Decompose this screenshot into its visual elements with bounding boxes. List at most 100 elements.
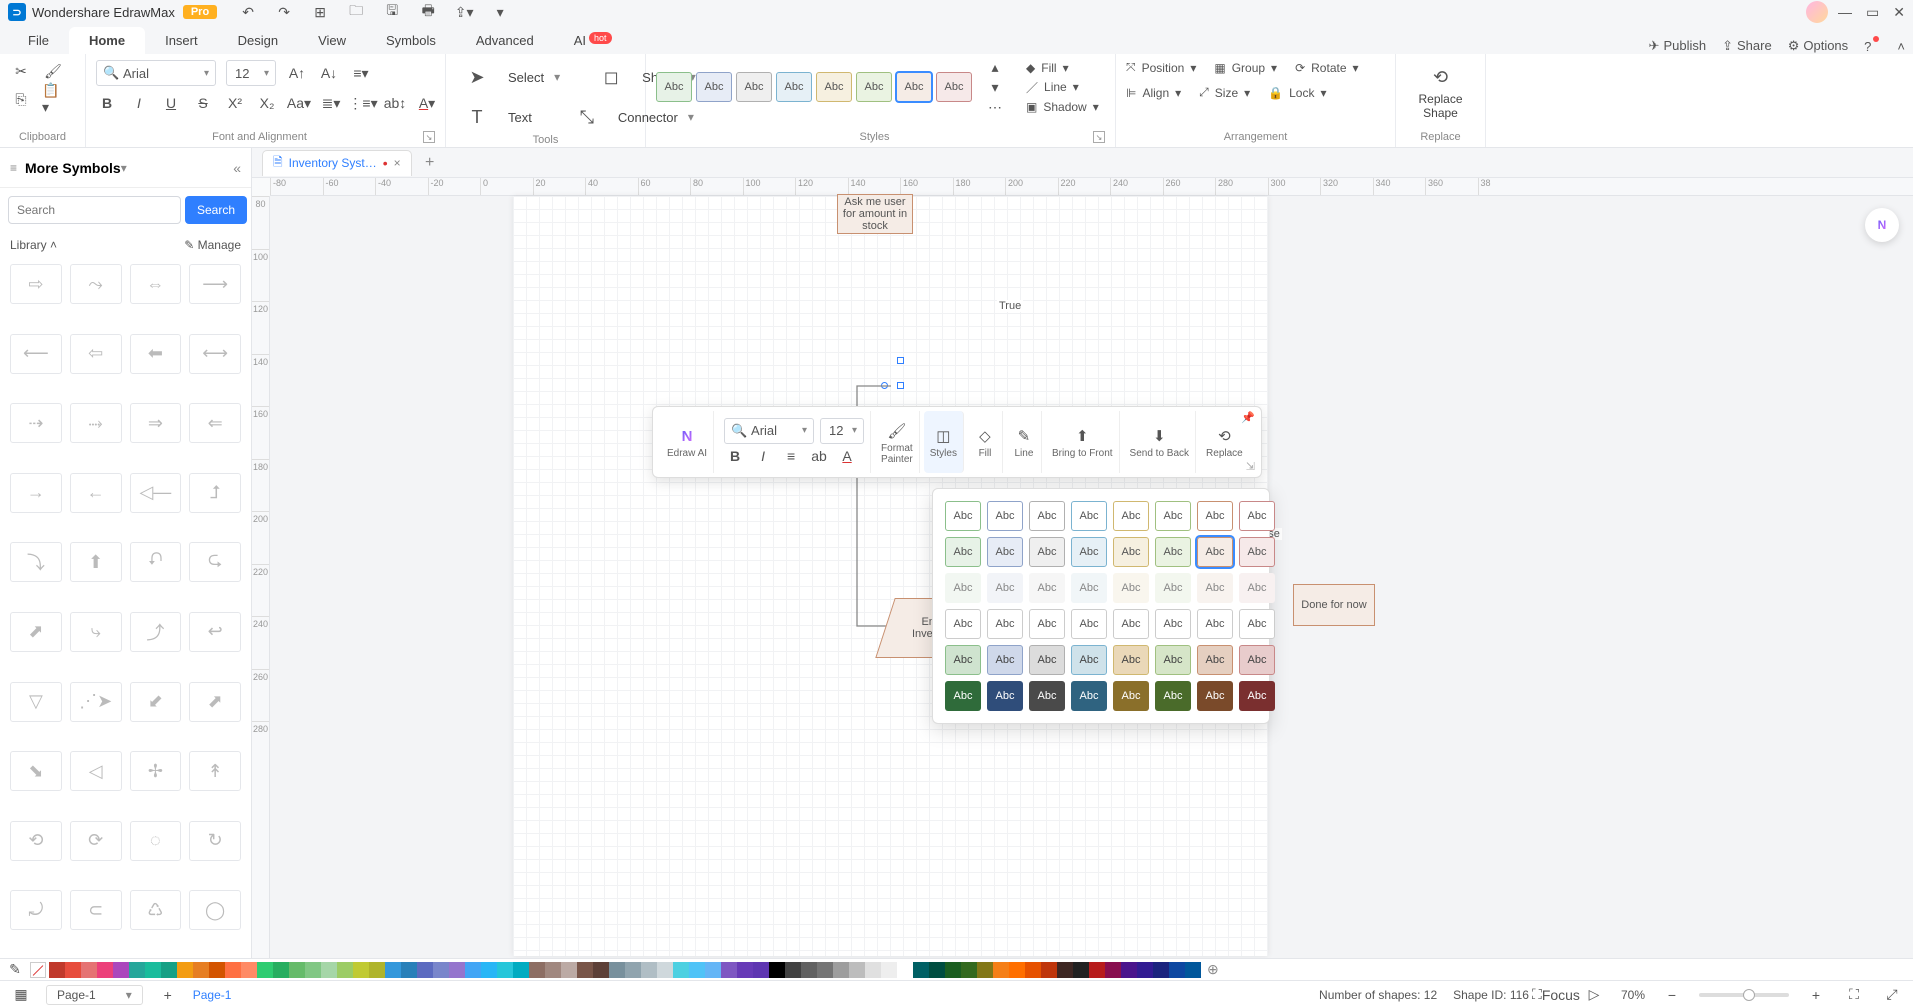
pin-toolbar-button[interactable]: 📌 — [1241, 411, 1255, 424]
qat-more[interactable]: ▾ — [489, 1, 511, 23]
shape-arrow-c[interactable]: ⊂ — [70, 890, 122, 930]
color-swatch[interactable] — [1185, 962, 1201, 978]
copy-button[interactable]: ⎘ — [10, 88, 32, 110]
style-swatch-5[interactable]: Abc — [816, 72, 852, 102]
style-option-1-4[interactable]: Abc — [1113, 537, 1149, 567]
shape-arrow-triangle-left-2[interactable]: ◁ — [70, 751, 122, 791]
rotate-button[interactable]: ⟳Rotate▾ — [1295, 61, 1358, 75]
style-option-3-4[interactable]: Abc — [1113, 609, 1149, 639]
add-page-button[interactable]: + — [157, 984, 179, 1006]
fullscreen-button[interactable]: ⤢ — [1881, 984, 1903, 1006]
color-swatch[interactable] — [289, 962, 305, 978]
color-swatch[interactable] — [561, 962, 577, 978]
style-option-0-6[interactable]: Abc — [1197, 501, 1233, 531]
color-swatch[interactable] — [113, 962, 129, 978]
style-option-3-3[interactable]: Abc — [1071, 609, 1107, 639]
canvas-shape-done[interactable]: Done for now — [1293, 584, 1375, 626]
shape-arrow-dotted-diag[interactable]: ⋰➤ — [70, 682, 122, 722]
page-selector[interactable]: Page-1▾ — [46, 985, 143, 1005]
shape-arrow-up[interactable]: ⬆ — [70, 542, 122, 582]
open-button[interactable]: 🗀 — [345, 1, 367, 23]
save-button[interactable]: 🖫 — [381, 1, 403, 23]
color-swatch[interactable] — [241, 962, 257, 978]
styles-down-button[interactable]: ▾ — [984, 80, 1006, 94]
color-swatch[interactable] — [257, 962, 273, 978]
style-option-4-2[interactable]: Abc — [1029, 645, 1065, 675]
subscript-button[interactable]: X₂ — [256, 92, 278, 114]
shape-arrow-curve-right[interactable]: ⤷ — [70, 612, 122, 652]
shape-arrow-dotted-right[interactable]: ⤑ — [70, 403, 122, 443]
size-button[interactable]: ⤢Size▾ — [1199, 85, 1250, 100]
toggle-toolbar-button[interactable]: ⇲ — [1246, 460, 1255, 473]
color-swatch[interactable] — [641, 962, 657, 978]
shape-arrow-down-right[interactable]: ⬊ — [10, 751, 62, 791]
shape-arrow-circle[interactable]: ↻ — [189, 821, 241, 861]
style-swatch-4[interactable]: Abc — [776, 72, 812, 102]
color-swatch[interactable] — [977, 962, 993, 978]
menu-ai[interactable]: AIhot — [554, 27, 632, 54]
manage-library-button[interactable]: ✎ Manage — [184, 238, 241, 252]
style-option-5-2[interactable]: Abc — [1029, 681, 1065, 711]
shape-arrow-cycle-dashed[interactable]: ◌ — [130, 821, 182, 861]
lock-button[interactable]: 🔒Lock▾ — [1268, 86, 1326, 100]
style-option-3-7[interactable]: Abc — [1239, 609, 1275, 639]
color-swatch[interactable] — [705, 962, 721, 978]
style-option-4-4[interactable]: Abc — [1113, 645, 1149, 675]
strike-button[interactable]: S — [192, 92, 214, 114]
style-option-0-7[interactable]: Abc — [1239, 501, 1275, 531]
color-swatch[interactable] — [353, 962, 369, 978]
style-option-4-3[interactable]: Abc — [1071, 645, 1107, 675]
edraw-ai-button[interactable]: Edraw AI — [667, 448, 707, 459]
print-button[interactable]: 🖶 — [417, 1, 439, 23]
eyedropper-button[interactable]: ✎ — [4, 959, 26, 981]
shape-arrow-curve-down[interactable]: ⤵ — [10, 542, 62, 582]
shadow-button[interactable]: ▣Shadow▾ — [1026, 100, 1099, 114]
style-option-5-0[interactable]: Abc — [945, 681, 981, 711]
fill-button[interactable]: ◆Fill▾ — [1026, 61, 1099, 75]
case-button[interactable]: Aa▾ — [288, 92, 310, 114]
color-swatch[interactable] — [545, 962, 561, 978]
shape-arrow-block-left[interactable]: ⇦ — [70, 334, 122, 374]
style-option-0-0[interactable]: Abc — [945, 501, 981, 531]
shape-arrow-left[interactable]: ⟵ — [10, 334, 62, 374]
style-option-2-6[interactable]: Abc — [1197, 573, 1233, 603]
bullets-button[interactable]: ⋮≡▾ — [352, 92, 374, 114]
color-swatch[interactable] — [945, 962, 961, 978]
color-swatch[interactable] — [449, 962, 465, 978]
style-option-1-3[interactable]: Abc — [1071, 537, 1107, 567]
minimize-button[interactable]: — — [1838, 4, 1852, 21]
color-swatch[interactable] — [785, 962, 801, 978]
color-swatch[interactable] — [305, 962, 321, 978]
maximize-button[interactable]: ▭ — [1866, 4, 1879, 21]
position-button[interactable]: ⤧Position▾ — [1126, 60, 1196, 75]
style-option-5-5[interactable]: Abc — [1155, 681, 1191, 711]
color-swatch[interactable] — [49, 962, 65, 978]
color-swatch[interactable] — [1137, 962, 1153, 978]
color-swatch[interactable] — [1105, 962, 1121, 978]
color-swatch[interactable] — [369, 962, 385, 978]
color-swatch[interactable] — [321, 962, 337, 978]
shape-arrow-double-line[interactable]: ⟷ — [189, 334, 241, 374]
style-swatch-3[interactable]: Abc — [736, 72, 772, 102]
styles-up-button[interactable]: ▴ — [984, 60, 1006, 74]
shape-arrow-triangle-down[interactable]: ▽ — [10, 682, 62, 722]
color-swatch[interactable] — [1121, 962, 1137, 978]
color-swatch[interactable] — [129, 962, 145, 978]
style-option-5-3[interactable]: Abc — [1071, 681, 1107, 711]
color-swatch[interactable] — [225, 962, 241, 978]
shape-arrow-outline-right[interactable]: ⇒ — [130, 403, 182, 443]
hamburger-icon[interactable]: ≡ — [10, 161, 17, 175]
color-swatch[interactable] — [849, 962, 865, 978]
ft-bold-button[interactable]: B — [724, 445, 746, 467]
page-layout-button[interactable]: ▦ — [10, 984, 32, 1006]
style-option-1-0[interactable]: Abc — [945, 537, 981, 567]
color-swatch[interactable] — [737, 962, 753, 978]
font-size-select[interactable]: 12 — [226, 60, 276, 86]
shape-arrow-dashed-right[interactable]: ⇢ — [10, 403, 62, 443]
shape-arrow-bend-up[interactable]: ⤴ — [130, 612, 182, 652]
menu-insert[interactable]: Insert — [145, 27, 218, 54]
style-option-0-1[interactable]: Abc — [987, 501, 1023, 531]
color-swatch[interactable] — [177, 962, 193, 978]
shape-arrow-loop[interactable]: ↩ — [189, 612, 241, 652]
ft-line-button[interactable]: Line — [1015, 448, 1034, 459]
